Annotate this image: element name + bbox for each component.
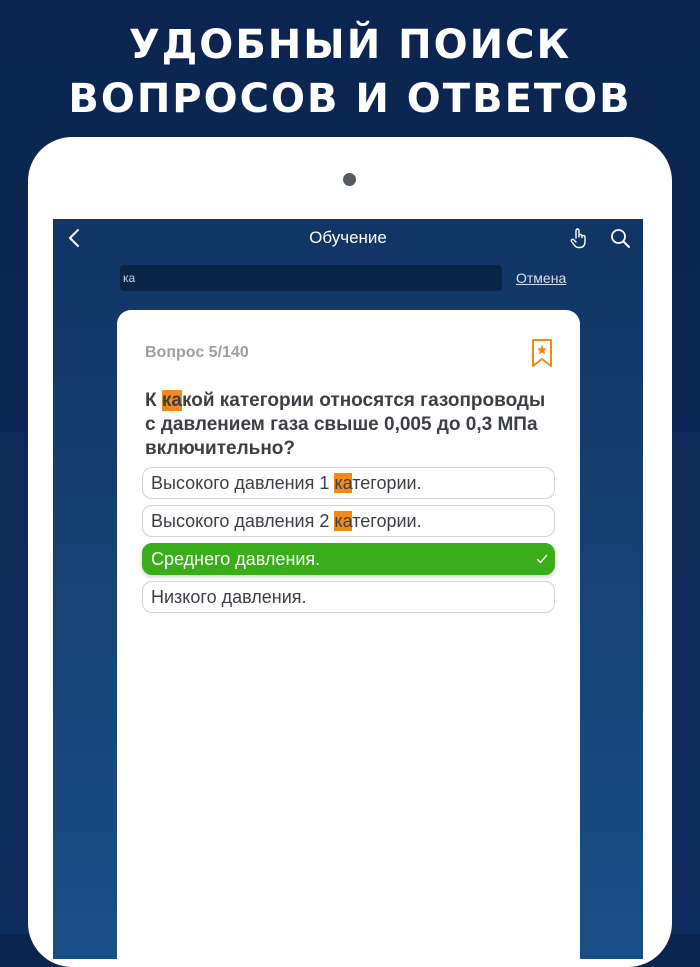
page-title: Обучение [309,228,387,247]
search-highlight: ка [334,473,353,493]
promo-title: УДОБНЫЙ ПОИСК ВОПРОСОВ И ОТВЕТОВ [0,18,700,126]
answer-list: Высокого давления 1 категории. Высокого … [142,467,555,619]
navigation-bar: Обучение [53,219,643,257]
answer-text: Среднего давления. [151,549,321,569]
check-icon [536,554,548,564]
question-counter: Вопрос 5/140 [145,344,249,361]
promo-title-line-1: УДОБНЫЙ ПОИСК [128,22,572,68]
search-highlight: ка [161,390,182,411]
answer-text: Низкого давления. [151,587,307,607]
question-text-start: К [145,390,162,411]
question-text: К какой категории относятся газопроводы … [145,389,555,461]
answer-option-1[interactable]: Высокого давления 1 категории. [142,467,555,499]
search-row: Отмена [53,265,643,291]
search-button[interactable] [609,227,631,249]
bookmark-button[interactable] [531,338,553,368]
answer-text-rest: тегории. [352,511,422,531]
answer-text: Высокого давления 2 [151,511,335,531]
answer-text-rest: тегории. [352,473,422,493]
camera-dot [343,173,356,186]
back-button[interactable] [63,227,85,249]
tablet-frame: Обучение Отмена Вопрос 5/140 [28,137,672,967]
answer-text: Высокого давления 1 [151,473,335,493]
question-text-rest: кой категории относятся газопроводы с да… [145,390,546,459]
answer-option-3-correct[interactable]: Среднего давления. [142,543,555,575]
app-screen: Обучение Отмена Вопрос 5/140 [53,219,643,959]
answer-option-2[interactable]: Высокого давления 2 категории. [142,505,555,537]
promo-title-line-2: ВОПРОСОВ И ОТВЕТОВ [68,76,632,122]
hand-pointer-button[interactable] [568,227,590,249]
search-highlight: ка [334,511,353,531]
bookmark-star-icon [532,339,552,367]
question-card: Вопрос 5/140 К какой категории относятся… [117,310,580,959]
cancel-button[interactable]: Отмена [516,265,566,291]
search-icon [611,229,630,248]
hand-pointer-icon [570,228,586,249]
chevron-left-icon [69,229,79,247]
answer-option-4[interactable]: Низкого давления. [142,581,555,613]
search-input[interactable] [120,265,502,291]
